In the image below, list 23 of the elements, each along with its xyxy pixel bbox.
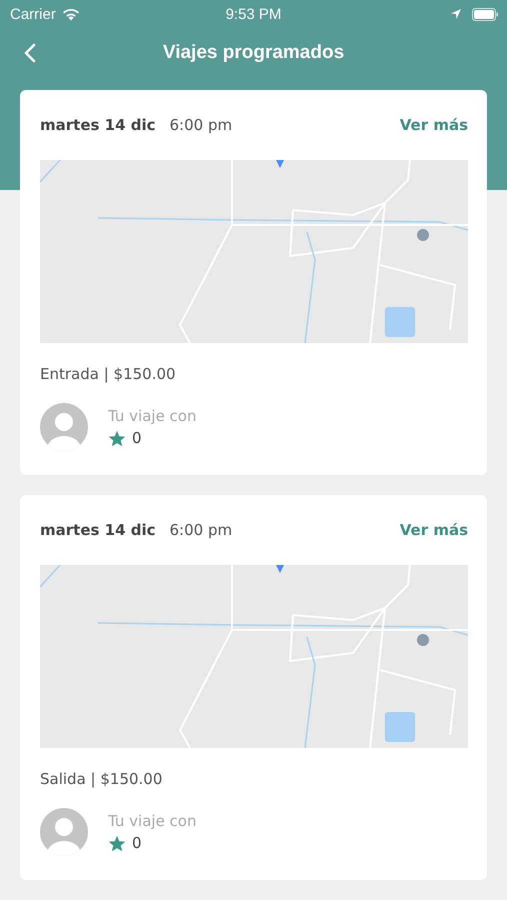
trip-summary: Entrada | $150.00 (40, 365, 177, 383)
trip-time: 6:00 pm (170, 116, 232, 134)
star-icon (108, 430, 126, 446)
trip-time: 6:00 pm (170, 521, 232, 539)
rating-count: 0 (132, 429, 142, 447)
status-time: 9:53 PM (226, 6, 282, 22)
rating-count: 0 (132, 834, 142, 852)
avatar-icon (40, 808, 88, 856)
avatar-icon (40, 403, 88, 451)
driver-label: Tu viaje con (108, 812, 196, 830)
carrier-label: Carrier (10, 6, 56, 22)
trip-summary: Salida | $150.00 (40, 770, 164, 788)
wifi-icon (62, 8, 80, 20)
battery-icon (472, 8, 499, 20)
trip-date: martes 14 dic (40, 521, 156, 539)
screen-title: Viajes programados (162, 42, 344, 64)
trip-date: martes 14 dic (40, 116, 156, 134)
see-more-link[interactable]: Ver más (400, 116, 468, 134)
see-more-link[interactable]: Ver más (400, 521, 468, 539)
chevron-left-icon (24, 43, 36, 63)
star-icon (108, 834, 126, 852)
location-arrow-icon (450, 8, 462, 20)
driver-label: Tu viaje con (108, 407, 196, 425)
